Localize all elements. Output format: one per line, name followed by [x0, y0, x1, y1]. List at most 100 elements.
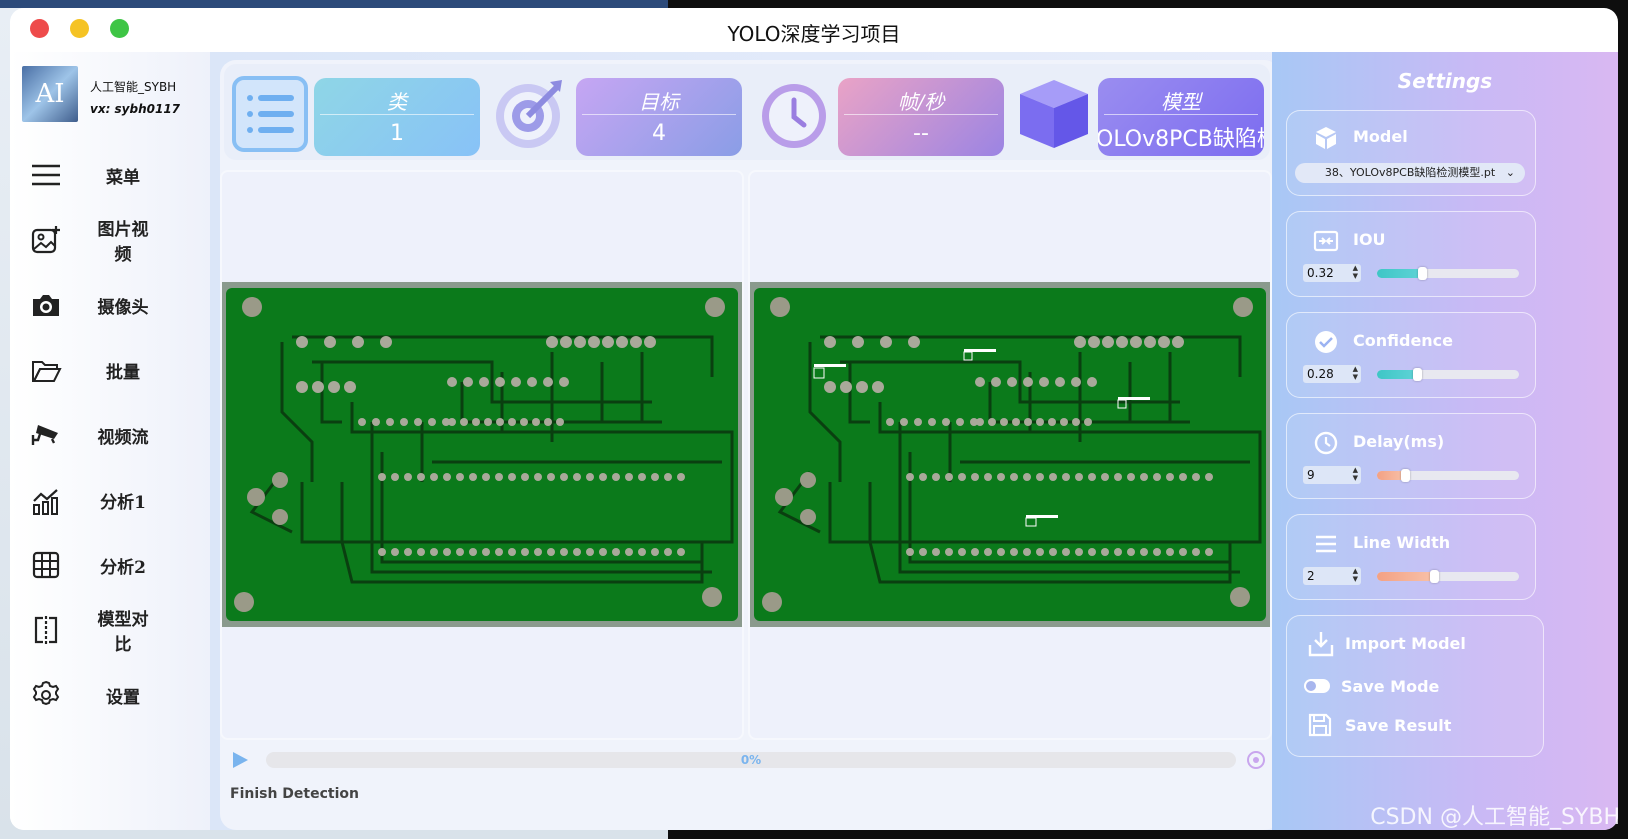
table-icon — [32, 551, 60, 579]
iou-spinbox[interactable]: 0.32 ▲ ▼ — [1303, 264, 1361, 282]
pcb-pad — [556, 418, 564, 426]
line-width-icon — [1316, 535, 1336, 553]
sidebar-item-video-stream[interactable]: 视频流 — [10, 407, 210, 463]
save-mode-toggle[interactable]: Save Mode — [1303, 674, 1533, 698]
pcb-pad — [1071, 377, 1081, 387]
pcb-pad — [296, 336, 308, 348]
pcb-pad — [495, 377, 505, 387]
clock-icon — [1314, 431, 1338, 455]
pcb-pad — [508, 473, 516, 481]
pcb-pad — [469, 548, 477, 556]
stop-icon[interactable] — [1246, 750, 1266, 770]
sidebar-item-analysis-2[interactable]: 分析2 — [10, 537, 210, 593]
sidebar-item-settings[interactable]: 设置 — [10, 667, 210, 723]
pcb-pad — [932, 548, 940, 556]
pcb-pad — [1088, 548, 1096, 556]
sidebar-item-label: 视频流 — [97, 427, 149, 448]
pcb-pad — [991, 377, 1001, 387]
line-width-slider[interactable] — [1377, 570, 1519, 583]
sidebar-item-label: 图片视频 — [97, 220, 149, 265]
pcb-pad — [1158, 336, 1170, 348]
model-select[interactable]: 38、YOLOv8PCB缺陷检测模型.pt ⌄ — [1295, 163, 1525, 183]
sidebar-item-image-video[interactable]: 图片视频 — [10, 212, 210, 268]
pcb-pad — [976, 418, 984, 426]
pcb-pad — [677, 473, 685, 481]
stat-value: 4 — [652, 121, 666, 146]
pcb-pad — [906, 473, 914, 481]
confidence-value: 0.28 — [1307, 367, 1334, 381]
sidebar: AI 人工智能_SYBH vx: sybh0117 菜单 图片视频 摄像头 批量… — [10, 52, 210, 830]
pcb-pad — [1140, 548, 1148, 556]
cctv-icon — [31, 425, 58, 445]
slider-handle[interactable] — [1412, 368, 1422, 381]
pcb-pad — [651, 548, 659, 556]
pcb-pad — [1039, 377, 1049, 387]
pcb-pad — [1023, 548, 1031, 556]
detection-label — [1026, 515, 1058, 518]
pcb-pad — [971, 548, 979, 556]
pcb-pad — [460, 418, 468, 426]
sidebar-item-menu[interactable]: 菜单 — [10, 147, 210, 203]
pcb-pad — [852, 336, 864, 348]
pcb-pad — [1049, 473, 1057, 481]
pcb-image-detected — [750, 282, 1270, 627]
iou-slider[interactable] — [1377, 267, 1519, 280]
line-width-card: Line Width 2 ▲ ▼ — [1286, 514, 1536, 600]
gear-icon — [32, 680, 60, 706]
sidebar-item-label: 设置 — [106, 687, 140, 708]
delay-slider[interactable] — [1377, 469, 1519, 482]
pcb-pad — [573, 473, 581, 481]
slider-handle[interactable] — [1429, 570, 1439, 583]
iou-value: 0.32 — [1307, 266, 1334, 280]
pcb-pad — [391, 548, 399, 556]
sidebar-item-model-compare[interactable]: 模型对比 — [10, 602, 210, 658]
save-result-button[interactable]: Save Result — [1303, 712, 1533, 742]
pcb-pad — [547, 548, 555, 556]
pcb-pad — [588, 336, 600, 348]
pcb-pad — [664, 473, 672, 481]
confidence-slider[interactable] — [1377, 368, 1519, 381]
pcb-pad — [344, 381, 356, 393]
play-icon[interactable] — [230, 750, 250, 770]
pcb-pad — [599, 473, 607, 481]
slider-handle[interactable] — [1418, 267, 1428, 280]
pcb-pad — [638, 548, 646, 556]
pcb-pad — [378, 548, 386, 556]
sidebar-item-camera[interactable]: 摄像头 — [10, 277, 210, 333]
pcb-pad — [928, 418, 936, 426]
confidence-spinbox[interactable]: 0.28 ▲ ▼ — [1303, 365, 1361, 383]
pcb-pad — [380, 336, 392, 348]
pcb-pad — [942, 418, 950, 426]
cube-icon — [1020, 80, 1088, 148]
main-panel: 类 1 目标 4 帧/秒 -- 模型 OLOv8PCB缺陷 0% Finish … — [220, 60, 1280, 830]
sidebar-item-analysis-1[interactable]: 分析1 — [10, 472, 210, 528]
pcb-pad — [484, 418, 492, 426]
pcb-pad — [1116, 336, 1128, 348]
line-width-spinbox[interactable]: 2 ▲ ▼ — [1303, 567, 1361, 585]
import-model-label: Import Model — [1345, 634, 1466, 653]
sidebar-item-batch[interactable]: 批量 — [10, 342, 210, 398]
pcb-pad — [1024, 418, 1032, 426]
stat-label: 类 — [387, 90, 407, 114]
pcb-pad — [482, 548, 490, 556]
pcb-pad — [840, 381, 852, 393]
slider-handle[interactable] — [1401, 469, 1411, 482]
pcb-pad — [1088, 473, 1096, 481]
confidence-card: Confidence 0.28 ▲ ▼ — [1286, 312, 1536, 398]
merge-icon — [1313, 230, 1339, 252]
pcb-pad — [984, 473, 992, 481]
pcb-pad — [1072, 418, 1080, 426]
pcb-pad — [547, 473, 555, 481]
sidebar-item-label: 分析1 — [100, 492, 146, 513]
pcb-pad — [1084, 418, 1092, 426]
pcb-pad — [1153, 548, 1161, 556]
pcb-pad — [1007, 377, 1017, 387]
import-model-button[interactable]: Import Model — [1303, 630, 1533, 660]
main-area: 类 1 目标 4 帧/秒 -- 模型 OLOv8PCB缺陷 0% Finish … — [210, 52, 1322, 830]
detection-label — [964, 349, 996, 352]
stat-value: 1 — [390, 121, 404, 146]
progress-text: 0% — [740, 753, 762, 767]
pcb-pad — [1101, 548, 1109, 556]
pcb-pad — [677, 548, 685, 556]
delay-spinbox[interactable]: 9 ▲ ▼ — [1303, 466, 1361, 484]
